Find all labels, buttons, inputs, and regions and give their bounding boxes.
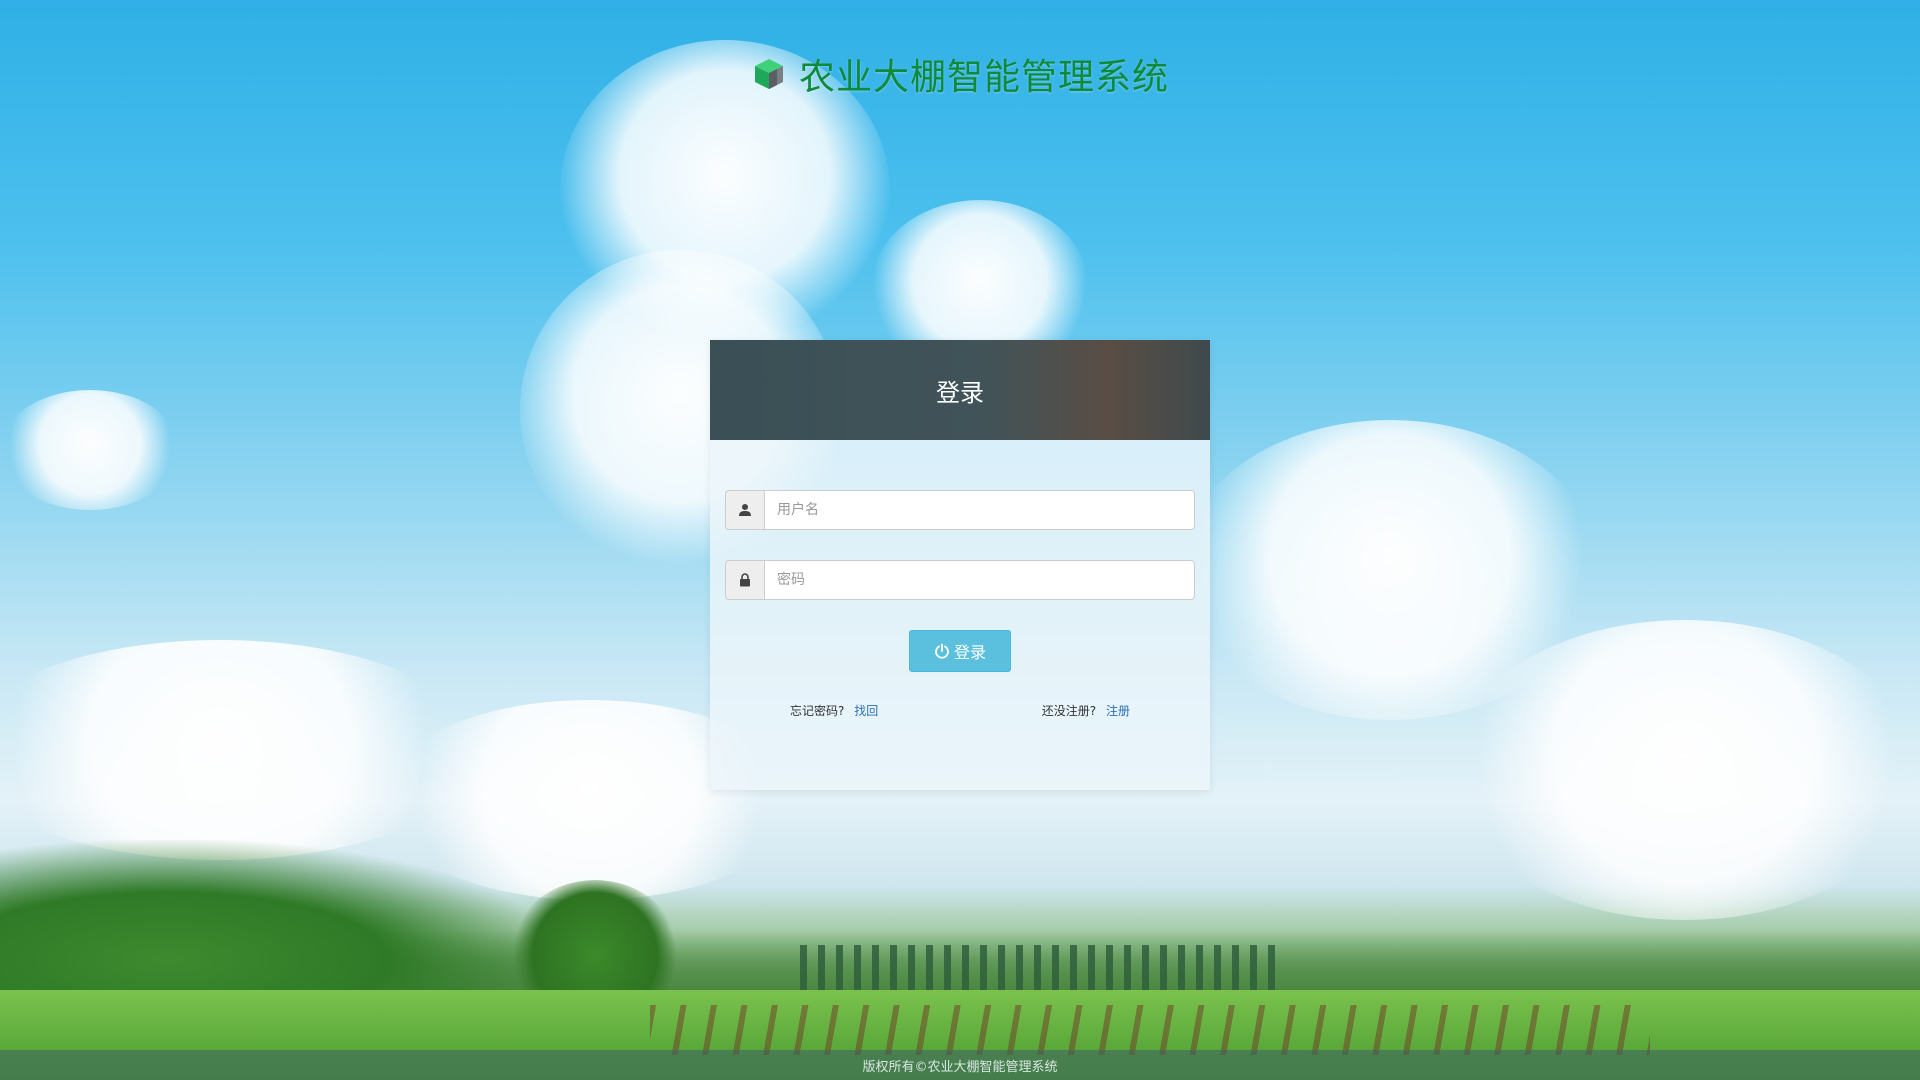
forgot-password: 忘记密码? 找回 [790, 702, 878, 719]
poplar-trees [800, 945, 1280, 990]
login-button-wrap: 登录 [725, 630, 1195, 672]
register: 还没注册? 注册 [1042, 702, 1130, 719]
register-prompt: 还没注册? [1041, 704, 1097, 718]
password-input[interactable] [764, 560, 1195, 600]
login-form: 登录 忘记密码? 找回 还没注册? 注册 [710, 440, 1210, 719]
copyright-text: 版权所有©农业大棚智能管理系统 [862, 1059, 1058, 1075]
forgot-password-prompt: 忘记密码? [790, 704, 845, 718]
lock-icon [725, 560, 764, 600]
footer: 版权所有©农业大棚智能管理系统 [0, 1050, 1920, 1080]
cloud [0, 390, 180, 510]
cube-logo-icon [754, 59, 783, 89]
power-icon [935, 643, 949, 659]
username-group [725, 490, 1195, 530]
recover-link[interactable]: 找回 [854, 704, 878, 718]
login-button[interactable]: 登录 [909, 630, 1011, 672]
login-panel-title: 登录 [936, 378, 984, 407]
password-group [725, 560, 1195, 600]
username-input[interactable] [764, 490, 1195, 530]
login-panel-header: 登录 [710, 340, 1210, 440]
login-button-label: 登录 [953, 643, 986, 662]
cloud [1450, 620, 1920, 920]
crop-rows [650, 1005, 1650, 1055]
brand-header: 农业大棚智能管理系统 [0, 48, 1920, 100]
user-icon [725, 490, 764, 530]
register-link[interactable]: 注册 [1106, 704, 1130, 718]
auth-links: 忘记密码? 找回 还没注册? 注册 [725, 702, 1195, 719]
login-panel: 登录 用户名 登录 忘记密码? 找回 还没注册? 注册 [710, 340, 1210, 790]
app-title: 农业大棚智能管理系统 [798, 57, 1169, 98]
